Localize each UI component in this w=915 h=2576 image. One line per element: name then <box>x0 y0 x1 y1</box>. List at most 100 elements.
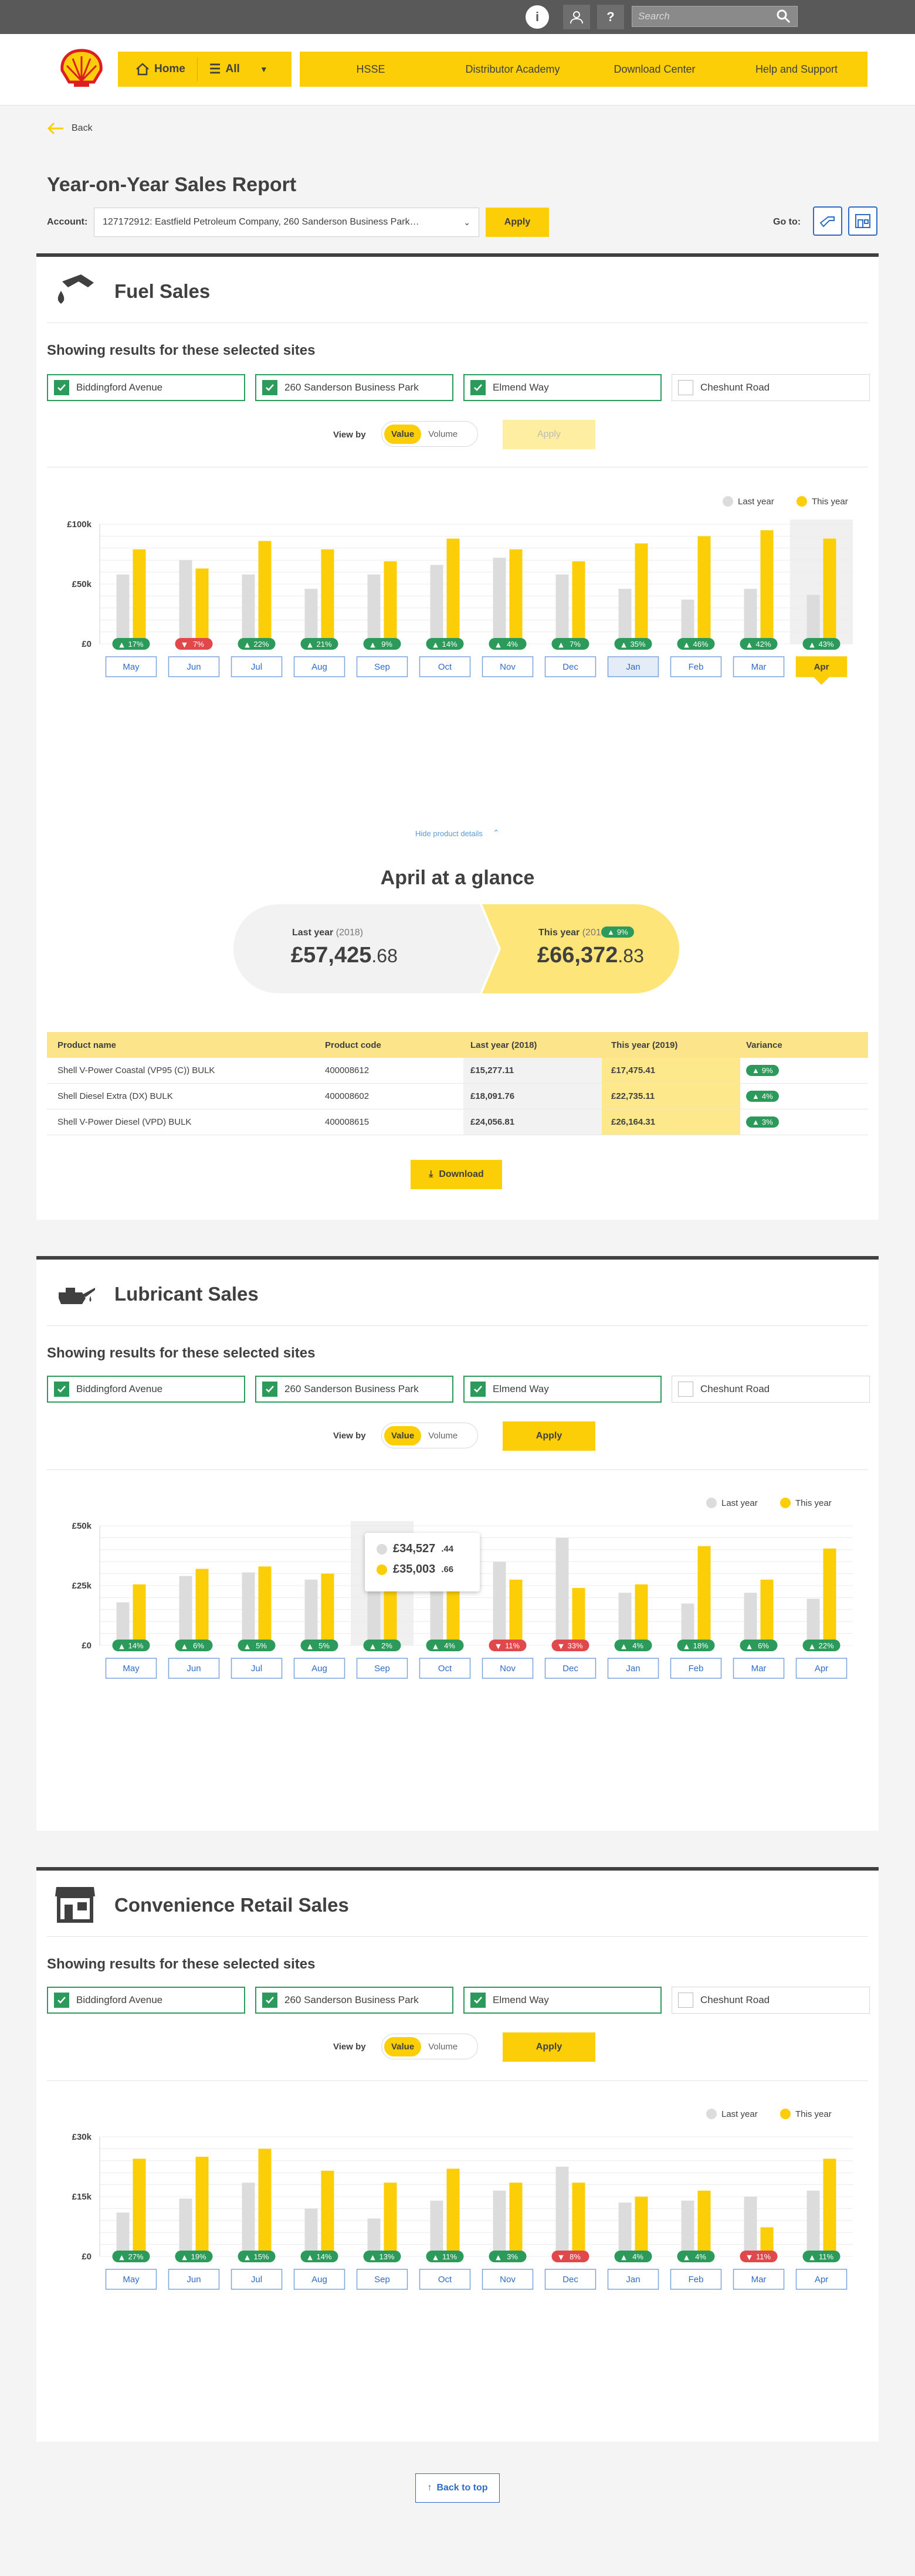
site-checkbox-elmend[interactable]: Elmend Way <box>463 374 662 401</box>
month-label: Jul <box>251 2275 262 2285</box>
site-checkbox-sanderson[interactable]: 260 Sanderson Business Park <box>255 374 453 401</box>
value-option[interactable]: Value <box>384 1426 422 1445</box>
glance-title: April at a glance <box>380 867 535 889</box>
variance-badge-label: 21% <box>316 640 331 649</box>
glance-panel: Last year (2018) £57,425.68 This year (2… <box>233 904 679 993</box>
bar-last-year <box>493 2190 506 2256</box>
variance-badge-label: 11% <box>756 2252 771 2261</box>
nav-download-center[interactable]: Download Center <box>584 63 726 76</box>
checkbox-empty-icon <box>678 1382 693 1397</box>
bar-last-year <box>806 595 820 644</box>
nav-help-support[interactable]: Help and Support <box>726 63 867 76</box>
variance-badge-label: 4% <box>695 2252 706 2261</box>
sites-subtitle: Showing results for these selected sites <box>47 1345 316 1361</box>
site-checkbox-sanderson[interactable]: 260 Sanderson Business Park <box>255 1987 453 2014</box>
apply-button[interactable]: Apply <box>503 2032 595 2062</box>
check-icon <box>54 1382 69 1397</box>
view-toggle[interactable]: Value Volume <box>381 1423 478 1448</box>
check-icon <box>54 1993 69 2008</box>
bar-last-year <box>179 1576 192 1645</box>
arrow-up-icon: ▲ <box>370 2253 375 2261</box>
arrow-up-icon: ▲ <box>182 1642 187 1650</box>
bar-this-year <box>572 1588 585 1645</box>
apply-button-disabled[interactable]: Apply <box>503 420 595 449</box>
table-header: Product name Product code Last year (201… <box>47 1032 868 1058</box>
site-checkbox-elmend[interactable]: Elmend Way <box>463 1987 662 2014</box>
variance-badge-label: 43% <box>818 640 833 649</box>
col-this-year: This year (2019) <box>611 1040 678 1050</box>
month-label: Jan <box>626 1664 640 1674</box>
arrow-up-icon: ▲ <box>684 1642 689 1650</box>
bar-last-year <box>493 1562 506 1645</box>
view-toggle[interactable]: Value Volume <box>381 2034 478 2059</box>
fuel-sales-chart: £0£50k£100k▲ 17%May▼ 7%Jun▲ 22%Jul▲ 21%Aug▲ 9… <box>67 520 853 685</box>
month-label: Dec <box>562 1664 578 1674</box>
volume-option[interactable]: Volume <box>421 1426 465 1445</box>
bar-this-year <box>195 568 209 644</box>
download-icon: ⤓ <box>429 1169 433 1179</box>
info-icon[interactable]: i <box>526 5 549 29</box>
value-option[interactable]: Value <box>384 2037 422 2056</box>
site-checkbox-cheshunt[interactable]: Cheshunt Road <box>672 374 870 401</box>
hide-product-details-link[interactable]: Hide product details <box>415 829 483 838</box>
bar-last-year <box>681 1603 694 1645</box>
site-checkbox-biddingford[interactable]: Biddingford Avenue <box>47 374 245 401</box>
value-option[interactable]: Value <box>384 424 422 444</box>
month-label: Aug <box>311 1664 327 1674</box>
bar-this-year <box>760 1579 774 1645</box>
arrow-up-icon: ▲ <box>433 2253 438 2261</box>
month-label: Dec <box>562 2275 578 2285</box>
shop-icon[interactable] <box>848 206 877 236</box>
y-tick-label: £50k <box>72 579 92 589</box>
apply-button[interactable]: Apply <box>503 1421 595 1451</box>
primary-nav: Home ☰ All ▼ <box>118 52 292 87</box>
bar-this-year <box>133 2158 146 2256</box>
month-label: May <box>123 662 140 672</box>
convenience-sales-card: Convenience Retail Sales Showing results… <box>36 1867 879 2442</box>
month-label: May <box>123 2275 140 2285</box>
site-checkbox-biddingford[interactable]: Biddingford Avenue <box>47 1376 245 1403</box>
site-checkbox-cheshunt[interactable]: Cheshunt Road <box>672 1987 870 2014</box>
nav-distributor-academy[interactable]: Distributor Academy <box>442 63 584 76</box>
site-checkbox-elmend[interactable]: Elmend Way <box>463 1376 662 1403</box>
download-button[interactable]: ⤓ Download <box>411 1160 502 1189</box>
site-checkbox-cheshunt[interactable]: Cheshunt Road <box>672 1376 870 1403</box>
arrow-up-icon: ▲ <box>684 2253 689 2261</box>
view-toggle[interactable]: Value Volume <box>381 421 478 447</box>
check-icon <box>470 1382 486 1397</box>
help-icon[interactable]: ? <box>597 5 624 29</box>
y-tick-label: £0 <box>82 639 92 649</box>
bar-this-year <box>195 2157 209 2256</box>
chevron-up-icon[interactable]: ⌃ <box>493 828 500 838</box>
bar-this-year <box>823 2158 836 2256</box>
site-checkbox-biddingford[interactable]: Biddingford Avenue <box>47 1987 245 2014</box>
legend-this-year: This year <box>780 1498 832 1508</box>
cell-name: Shell V-Power Coastal (VP95 (C)) BULK <box>57 1065 215 1075</box>
fuel-pump-icon <box>53 270 97 311</box>
month-label: Jul <box>251 662 262 672</box>
back-link[interactable]: Back <box>47 122 93 135</box>
legend-last-year: Last year <box>706 1498 758 1508</box>
account-select[interactable]: 127172912: Eastfield Petroleum Company, … <box>94 208 479 237</box>
search-icon[interactable] <box>775 8 792 28</box>
nav-hsse[interactable]: HSSE <box>300 63 442 76</box>
cell-code: 400008615 <box>325 1117 370 1127</box>
all-menu-button[interactable]: ☰ All ▼ <box>198 62 268 77</box>
search-input[interactable]: Search <box>632 6 798 27</box>
bar-last-year <box>430 565 443 644</box>
shell-logo[interactable] <box>59 48 104 92</box>
chevron-down-icon: ⌄ <box>463 217 470 227</box>
bar-last-year <box>555 574 569 644</box>
cell-this: £26,164.31 <box>602 1109 740 1135</box>
user-icon[interactable] <box>563 5 590 29</box>
fuel-nozzle-icon[interactable] <box>813 206 842 236</box>
back-to-top-button[interactable]: ↑ Back to top <box>415 2473 500 2503</box>
variance-badge-label: 8% <box>570 2252 581 2261</box>
account-apply-button[interactable]: Apply <box>486 208 549 237</box>
bar-last-year <box>744 2197 757 2256</box>
site-checkbox-sanderson[interactable]: 260 Sanderson Business Park <box>255 1376 453 1403</box>
volume-option[interactable]: Volume <box>421 425 465 444</box>
home-link[interactable]: Home <box>118 63 185 76</box>
volume-option[interactable]: Volume <box>421 2037 465 2056</box>
bar-this-year <box>697 536 711 644</box>
